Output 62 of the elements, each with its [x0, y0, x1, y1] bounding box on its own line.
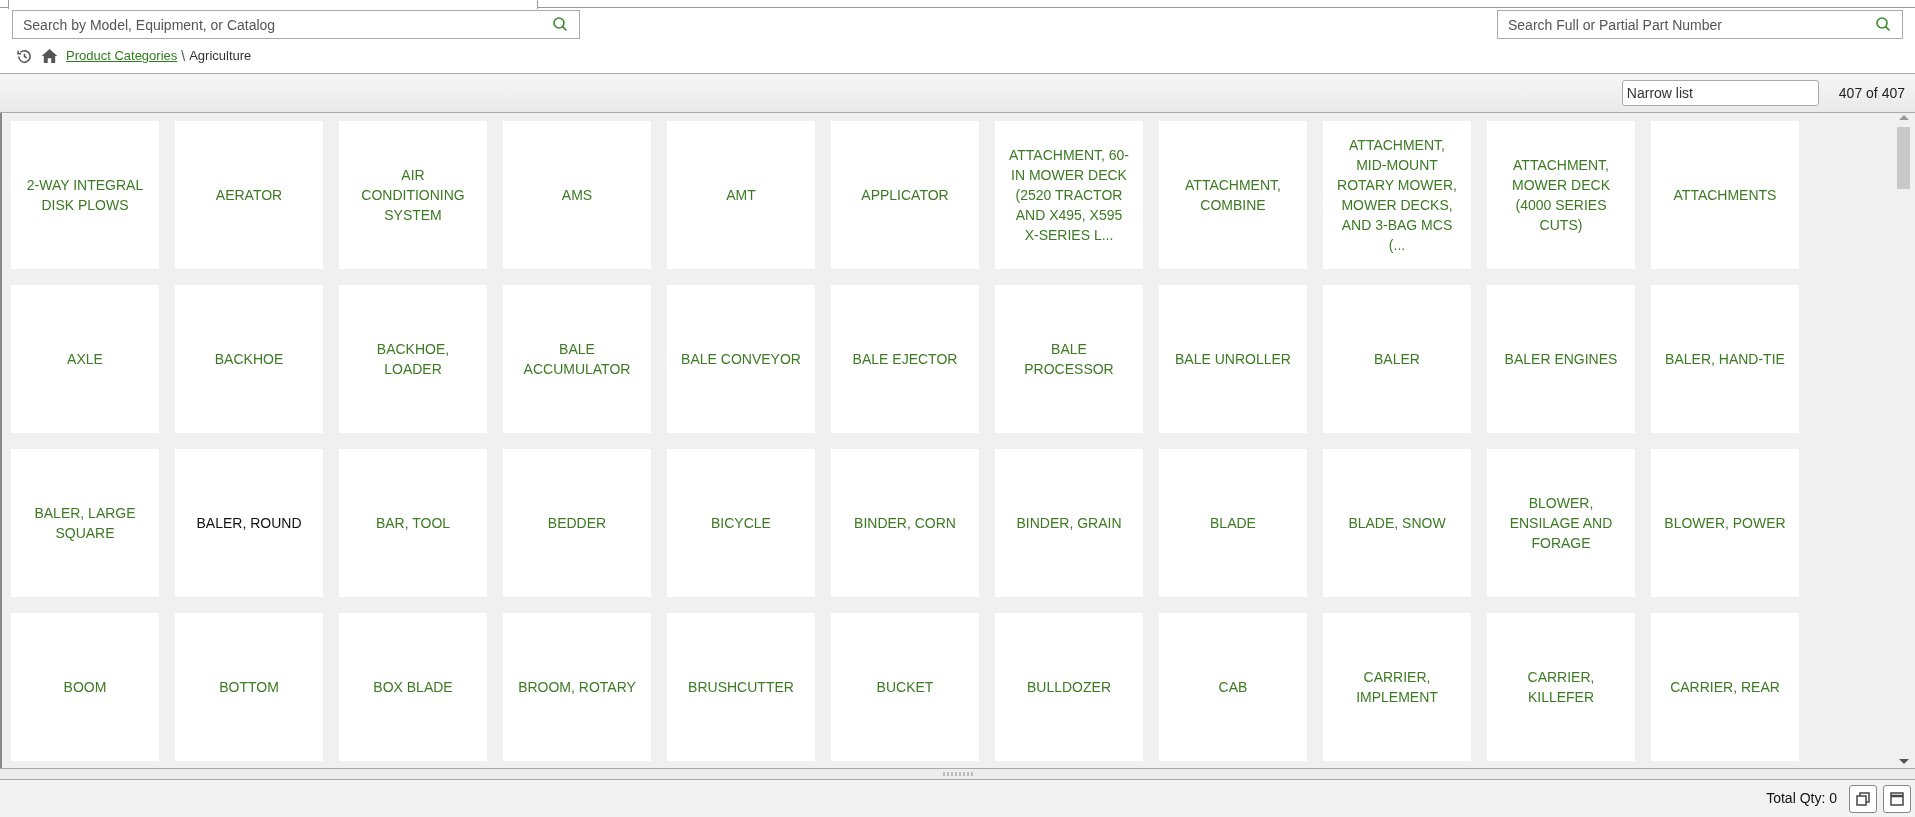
category-tile[interactable]: BOTTOM: [175, 613, 323, 761]
category-tile[interactable]: BROOM, ROTARY: [503, 613, 651, 761]
category-tile[interactable]: CARRIER, IMPLEMENT: [1323, 613, 1471, 761]
maximize-window-icon: [1889, 790, 1905, 807]
category-tile[interactable]: BINDER, CORN: [831, 449, 979, 597]
category-tile[interactable]: BALER: [1323, 285, 1471, 433]
category-tile[interactable]: CARRIER, KILLEFER: [1487, 613, 1635, 761]
category-tile[interactable]: BALE EJECTOR: [831, 285, 979, 433]
scrollbar[interactable]: [1893, 113, 1915, 768]
category-tile[interactable]: BALER ENGINES: [1487, 285, 1635, 433]
category-tile[interactable]: BOX BLADE: [339, 613, 487, 761]
history-icon[interactable]: [16, 47, 33, 65]
category-tile[interactable]: BALER, HAND-TIE: [1651, 285, 1799, 433]
category-tile[interactable]: CAB: [1159, 613, 1307, 761]
category-tile[interactable]: BULLDOZER: [995, 613, 1143, 761]
category-tile[interactable]: BINDER, GRAIN: [995, 449, 1143, 597]
category-tile[interactable]: AMT: [667, 121, 815, 269]
category-tile[interactable]: ATTACHMENT, MID-MOUNT ROTARY MOWER, MOWER DECKS, AND 3-BAG MCS (...: [1323, 121, 1471, 269]
splitter-handle[interactable]: [0, 768, 1915, 780]
breadcrumb-separator: \: [180, 46, 187, 66]
category-tile[interactable]: APPLICATOR: [831, 121, 979, 269]
category-tile[interactable]: AIR CONDITIONING SYSTEM: [339, 121, 487, 269]
category-tile[interactable]: BALE ACCUMULATOR: [503, 285, 651, 433]
category-tile[interactable]: BALE CONVEYOR: [667, 285, 815, 433]
home-icon[interactable]: [41, 48, 58, 64]
category-tile[interactable]: BRUSHCUTTER: [667, 613, 815, 761]
search-icon[interactable]: [1875, 16, 1891, 32]
category-tile[interactable]: BALE PROCESSOR: [995, 285, 1143, 433]
category-tile[interactable]: BICYCLE: [667, 449, 815, 597]
category-tile[interactable]: BAR, TOOL: [339, 449, 487, 597]
category-tile[interactable]: AXLE: [11, 285, 159, 433]
category-tile[interactable]: BLADE: [1159, 449, 1307, 597]
category-tile[interactable]: CARRIER, REAR: [1651, 613, 1799, 761]
maximize-window-button[interactable]: [1883, 784, 1911, 813]
total-quantity: Total Qty: 0: [1766, 789, 1837, 808]
category-tile[interactable]: ATTACHMENT, MOWER DECK (4000 SERIES CUTS): [1487, 121, 1635, 269]
category-tile[interactable]: AERATOR: [175, 121, 323, 269]
category-tile[interactable]: 2-WAY INTEGRAL DISK PLOWS: [11, 121, 159, 269]
category-tile[interactable]: BUCKET: [831, 613, 979, 761]
category-tile[interactable]: BALER, ROUND: [175, 449, 323, 597]
restore-window-button[interactable]: [1849, 784, 1877, 813]
category-tile[interactable]: BACKHOE, LOADER: [339, 285, 487, 433]
category-tile[interactable]: BALER, LARGE SQUARE: [11, 449, 159, 597]
category-tile[interactable]: BLOWER, POWER: [1651, 449, 1799, 597]
category-tile[interactable]: BLOWER, ENSILAGE AND FORAGE: [1487, 449, 1635, 597]
model-search-field[interactable]: Search by Model, Equipment, or Catalog: [12, 10, 580, 39]
category-tile[interactable]: ATTACHMENTS: [1651, 121, 1799, 269]
category-tile[interactable]: BACKHOE: [175, 285, 323, 433]
category-tile[interactable]: BALE UNROLLER: [1159, 285, 1307, 433]
narrow-list-field[interactable]: Narrow list: [1621, 80, 1819, 106]
category-tile[interactable]: ATTACHMENT, 60-IN MOWER DECK (2520 TRACTOR AND X495, X595 X-SERIES L...: [995, 121, 1143, 269]
category-tile[interactable]: BLADE, SNOW: [1323, 449, 1471, 597]
category-tile[interactable]: ATTACHMENT, COMBINE: [1159, 121, 1307, 269]
result-count: 407 of 407: [1838, 83, 1905, 103]
search-icon[interactable]: [552, 16, 568, 32]
breadcrumb-current: Agriculture: [189, 47, 252, 66]
part-search-field[interactable]: Search Full or Partial Part Number: [1497, 10, 1903, 39]
restore-window-icon: [1855, 790, 1871, 807]
breadcrumb-link[interactable]: Product Categories: [66, 46, 178, 66]
category-tile[interactable]: BOOM: [11, 613, 159, 761]
category-tile[interactable]: BEDDER: [503, 449, 651, 597]
category-tile[interactable]: AMS: [503, 121, 651, 269]
